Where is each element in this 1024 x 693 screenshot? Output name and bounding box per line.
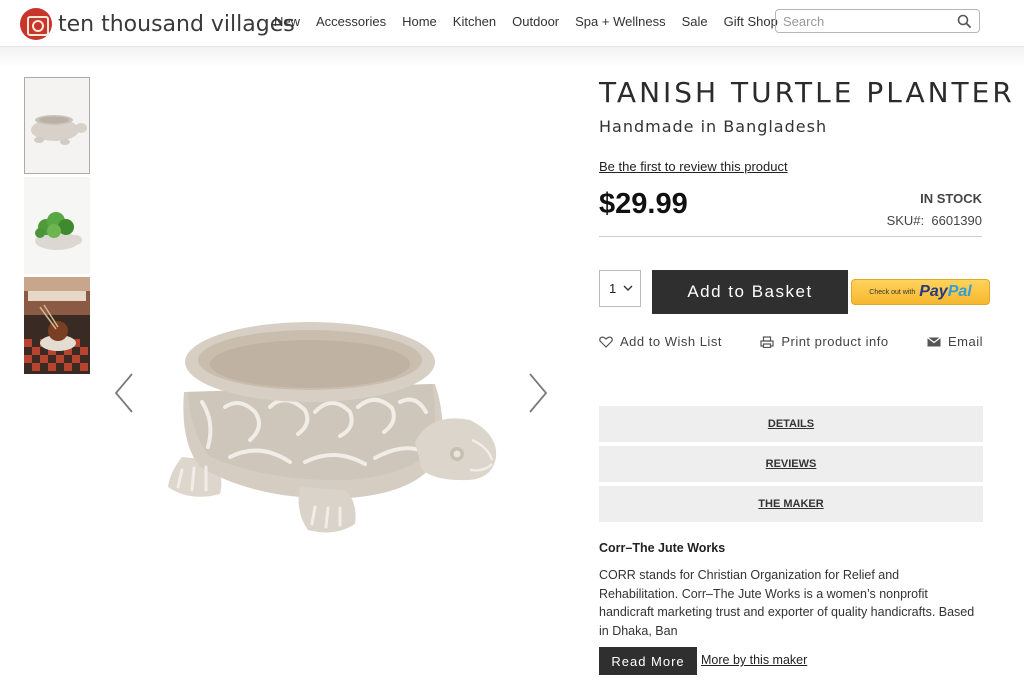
write-review-link[interactable]: Be the first to review this product [599, 159, 788, 174]
add-to-wish-list-link[interactable]: Add to Wish List [599, 334, 722, 349]
add-to-basket-button[interactable]: Add to Basket [652, 270, 848, 314]
chevron-down-icon [623, 285, 633, 291]
tab-reviews[interactable]: REVIEWS [599, 446, 983, 482]
brand-name: ten thousand villages [58, 11, 295, 37]
tab-the-maker[interactable]: THE MAKER [599, 486, 983, 522]
product-actions: Add to Wish List Print product info Emai… [599, 334, 983, 349]
search-box [775, 9, 980, 33]
maker-name: Corr–The Jute Works [599, 541, 726, 555]
product-subtitle: Handmade in Bangladesh [599, 117, 828, 136]
nav-item-gift-shop[interactable]: Gift Shop [724, 14, 778, 29]
heart-icon [599, 336, 613, 348]
tab-details[interactable]: DETAILS [599, 406, 983, 442]
nav-item-new[interactable]: New [274, 14, 300, 29]
maker-description: CORR stands for Christian Organization f… [599, 568, 975, 638]
print-label: Print product info [781, 334, 889, 349]
email-link[interactable]: Email [927, 334, 983, 349]
search-input[interactable] [783, 13, 953, 29]
quantity-value: 1 [609, 281, 617, 296]
nav-item-accessories[interactable]: Accessories [316, 14, 386, 29]
search-icon[interactable] [957, 14, 971, 28]
next-image-arrow-icon[interactable] [522, 368, 552, 418]
product-thumbnail-3[interactable] [24, 277, 90, 374]
previous-image-arrow-icon[interactable] [110, 368, 140, 418]
stock-status: IN STOCK [920, 191, 982, 206]
sku-label: SKU#: [886, 213, 925, 228]
paypal-checkout-button[interactable]: Check out with PayPal [851, 279, 990, 305]
main-nav: New Accessories Home Kitchen Outdoor Spa… [274, 14, 794, 29]
printer-icon [760, 335, 774, 348]
wish-list-label: Add to Wish List [620, 334, 722, 349]
nav-item-spa-wellness[interactable]: Spa + Wellness [575, 14, 665, 29]
quantity-select[interactable]: 1 [599, 270, 641, 307]
nav-item-kitchen[interactable]: Kitchen [453, 14, 496, 29]
price-divider [599, 236, 982, 237]
brand-logo[interactable]: ten thousand villages [20, 8, 295, 40]
paypal-checkout-label: Check out with [869, 288, 916, 296]
print-product-info-link[interactable]: Print product info [760, 334, 888, 349]
product-title: TANISH TURTLE PLANTER [599, 76, 1015, 109]
product-sku: SKU#: 6601390 [887, 213, 982, 228]
site-header: ten thousand villages New Accessories Ho… [0, 0, 1024, 47]
nav-item-sale[interactable]: Sale [682, 14, 708, 29]
read-more-button[interactable]: Read More [599, 647, 697, 675]
product-thumbnail-1[interactable] [24, 77, 90, 174]
paypal-logo: PayPal [919, 283, 972, 300]
envelope-icon [927, 336, 941, 346]
sku-value: 6601390 [931, 213, 982, 228]
product-main-image [100, 62, 570, 682]
more-by-maker-link[interactable]: More by this maker [701, 653, 807, 667]
product-thumbnail-2[interactable] [24, 177, 90, 274]
product-price: $29.99 [599, 188, 688, 220]
nav-item-home[interactable]: Home [402, 14, 437, 29]
nav-item-outdoor[interactable]: Outdoor [512, 14, 559, 29]
email-label: Email [947, 334, 983, 349]
logo-emblem-icon [20, 8, 52, 40]
